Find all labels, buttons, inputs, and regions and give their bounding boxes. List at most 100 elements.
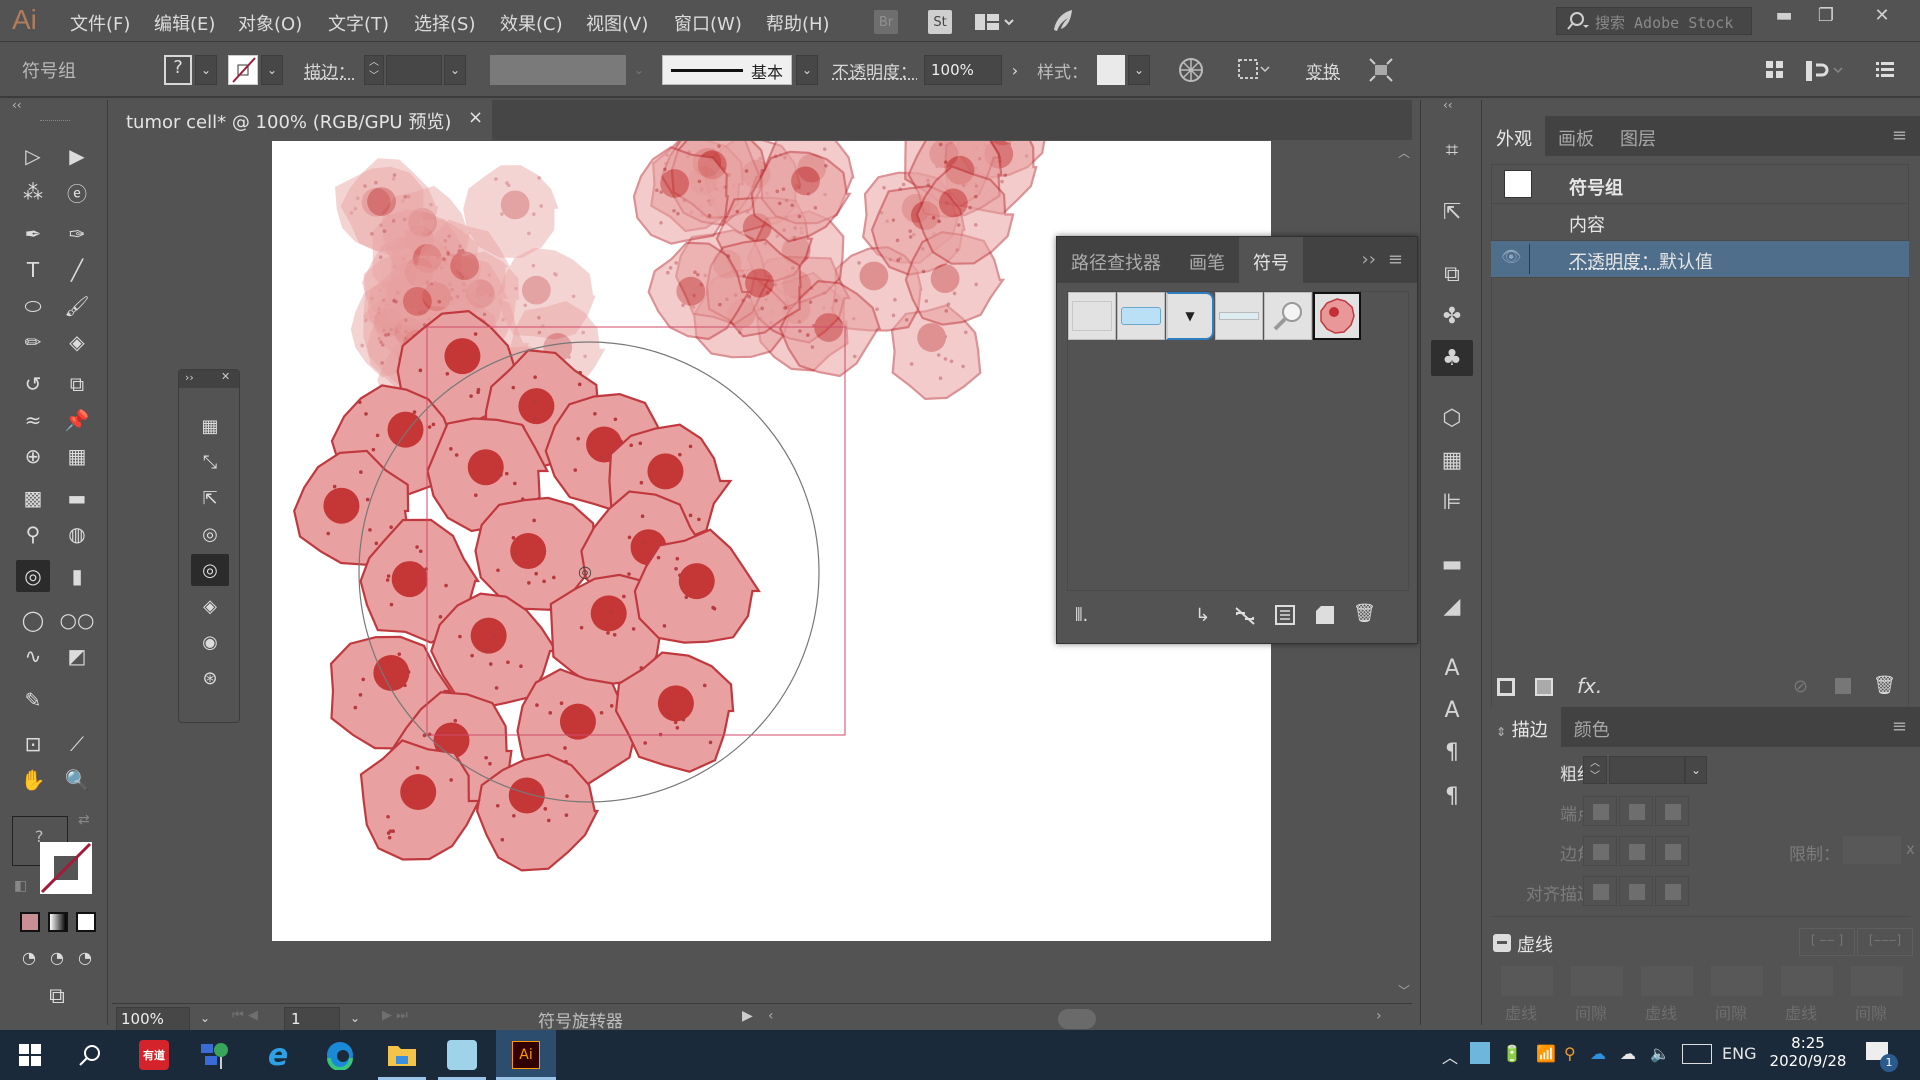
symbol-swatch-blue-button[interactable] bbox=[1117, 292, 1165, 340]
symbol-options-icon[interactable] bbox=[1275, 605, 1295, 629]
appearance-row-title[interactable]: 符号组 bbox=[1491, 167, 1909, 204]
scale-tool[interactable]: ⧉ bbox=[60, 368, 94, 400]
symbol-swatch-tumor-cell[interactable] bbox=[1313, 292, 1361, 340]
artboard-number-input[interactable]: 1 bbox=[284, 1007, 340, 1031]
gradient-tool[interactable]: ▬ bbox=[60, 482, 94, 514]
appearance-row-opacity[interactable]: 👁 不透明度：默认值 bbox=[1491, 241, 1909, 278]
style-swatch[interactable] bbox=[1097, 55, 1125, 85]
menu-type[interactable]: 文字(T) bbox=[328, 10, 389, 36]
scroll-right-icon[interactable]: › bbox=[1376, 1008, 1382, 1024]
appearance-row-contents[interactable]: 内容 bbox=[1491, 204, 1909, 241]
bridge-icon[interactable]: Br bbox=[874, 10, 898, 34]
character-icon[interactable]: A bbox=[1431, 650, 1473, 686]
taskbar-illustrator[interactable]: Ai bbox=[496, 1030, 556, 1080]
tab-symbols[interactable]: 符号 bbox=[1239, 237, 1303, 283]
toolbar-grip[interactable] bbox=[40, 120, 70, 124]
panel-menu-icon[interactable]: ≡ bbox=[1879, 116, 1920, 156]
menu-effect[interactable]: 效果(C) bbox=[500, 10, 563, 36]
faded-cell-cluster[interactable] bbox=[632, 141, 1046, 401]
delete-item-icon[interactable]: 🗑 bbox=[1873, 675, 1896, 696]
paragraph-icon[interactable]: ¶ bbox=[1431, 778, 1473, 814]
arrange-documents-icon[interactable] bbox=[975, 12, 1015, 36]
symbol-swatch-dropdown[interactable]: ▼ bbox=[1166, 292, 1214, 340]
curvature-tool[interactable]: ✑ bbox=[60, 218, 94, 250]
fill-dropdown[interactable]: ⌄ bbox=[195, 55, 217, 85]
break-link-icon[interactable] bbox=[1233, 605, 1257, 631]
panel-menu-icon[interactable] bbox=[1874, 59, 1896, 83]
scroll-up-icon[interactable]: ︿ bbox=[1398, 144, 1410, 161]
taskbar-live-app[interactable] bbox=[432, 1030, 492, 1080]
status-menu-button[interactable]: ▶ bbox=[742, 1008, 753, 1024]
brushes-icon[interactable]: ✤ bbox=[1431, 298, 1473, 334]
symbol-swatch-flat-bar[interactable] bbox=[1215, 292, 1263, 340]
gradient-icon[interactable]: ▬ bbox=[1431, 546, 1473, 582]
hand-tool[interactable]: ✋ bbox=[16, 764, 50, 796]
recolor-artwork-icon[interactable] bbox=[1178, 57, 1204, 87]
align-icon[interactable]: ⊫ bbox=[1431, 484, 1473, 520]
show-hidden-icons[interactable]: ︿ bbox=[1442, 1044, 1458, 1068]
symbol-shifter-tool[interactable]: ⤡ bbox=[191, 446, 229, 478]
symbol-sizer-tool[interactable]: ◎ bbox=[191, 518, 229, 550]
width-tool[interactable]: ○○ bbox=[60, 604, 95, 636]
distribute-icon[interactable] bbox=[1764, 59, 1786, 85]
delete-symbol-icon[interactable]: 🗑 bbox=[1353, 603, 1376, 624]
expand-panel-icon[interactable]: ›› bbox=[1348, 237, 1382, 283]
onedrive-icon[interactable]: ☁ bbox=[1590, 1044, 1606, 1063]
paragraph-styles-icon[interactable]: ¶ bbox=[1431, 734, 1473, 770]
column-graph-tool[interactable]: ▮ bbox=[60, 560, 94, 592]
search-tray-icon[interactable]: ⚲ bbox=[1564, 1044, 1576, 1063]
align-to-icon[interactable] bbox=[1236, 57, 1270, 87]
weight-dropdown[interactable]: ⌄ bbox=[1685, 756, 1707, 784]
symbol-swatch-blank-rect[interactable] bbox=[1068, 292, 1116, 340]
stroke-weight-dropdown[interactable]: ⌄ bbox=[444, 55, 466, 85]
slice-tool[interactable]: ⟋ bbox=[60, 728, 94, 760]
tab-appearance[interactable]: 外观 bbox=[1483, 116, 1545, 156]
symbol-libraries-icon[interactable]: ⫴. bbox=[1075, 605, 1088, 626]
paintbrush-tool[interactable]: 🖌 bbox=[60, 290, 94, 322]
tray-app-icon[interactable] bbox=[1470, 1042, 1490, 1064]
draw-normal-button[interactable]: ◔ bbox=[14, 944, 44, 970]
taskbar-ie[interactable]: e bbox=[248, 1030, 308, 1080]
menu-help[interactable]: 帮助(H) bbox=[766, 10, 830, 36]
zoom-input[interactable]: 100% bbox=[116, 1007, 190, 1031]
wifi-icon[interactable]: 📶 bbox=[1536, 1044, 1556, 1063]
add-stroke-icon[interactable] bbox=[1497, 678, 1515, 696]
magic-wand-tool[interactable]: ⁂ bbox=[16, 176, 50, 208]
lasso-tool[interactable]: ⓔ bbox=[60, 176, 94, 208]
collapse-toolbar-icon[interactable]: ‹‹ bbox=[12, 98, 22, 112]
tab-brushes[interactable]: 画笔 bbox=[1175, 237, 1239, 283]
line-tool[interactable]: ╱ bbox=[60, 254, 94, 286]
dashed-line-checkbox[interactable] bbox=[1493, 934, 1511, 952]
close-window-button[interactable]: ✕ bbox=[1856, 0, 1908, 30]
volume-icon[interactable]: 🔈 bbox=[1650, 1044, 1670, 1063]
eraser-tool[interactable]: ◈ bbox=[60, 326, 94, 358]
stock-icon[interactable]: St bbox=[928, 10, 952, 34]
start-button[interactable] bbox=[0, 1030, 60, 1080]
symbol-spinner-tool[interactable]: ◎ bbox=[191, 554, 229, 586]
place-symbol-icon[interactable]: ↳ bbox=[1195, 605, 1210, 626]
knife-tool[interactable]: ✎ bbox=[16, 684, 50, 716]
input-language[interactable]: ENG bbox=[1722, 1044, 1756, 1063]
symbol-sprayer-tool[interactable]: ▦ bbox=[191, 410, 229, 442]
color-mode-button[interactable] bbox=[20, 912, 40, 932]
stroke-dropdown[interactable]: ⌄ bbox=[261, 55, 283, 85]
restore-button[interactable]: ❐ bbox=[1800, 0, 1852, 30]
opacity-link[interactable]: 不透明度： bbox=[1569, 252, 1659, 273]
opacity-label[interactable]: 不透明度： bbox=[832, 58, 917, 83]
collapse-dock-icon[interactable]: ‹‹ bbox=[1443, 98, 1453, 112]
taskbar-edge[interactable] bbox=[310, 1030, 370, 1080]
add-effect-icon[interactable]: fx. bbox=[1577, 674, 1602, 698]
eyedropper-tool[interactable]: ⚲ bbox=[16, 518, 50, 550]
zoom-tool[interactable]: 🔍 bbox=[60, 764, 94, 796]
menu-window[interactable]: 窗口(W) bbox=[674, 10, 742, 36]
3d-icon[interactable]: ⬡ bbox=[1431, 400, 1473, 436]
isolate-icon[interactable] bbox=[1368, 57, 1394, 87]
selection-tool[interactable]: ▷ bbox=[16, 140, 50, 172]
stroke-label[interactable]: 描边： bbox=[304, 58, 355, 83]
transform-button[interactable]: 变换 bbox=[1306, 58, 1340, 83]
rotate-tool[interactable]: ↺ bbox=[16, 368, 50, 400]
visibility-eye-icon[interactable]: 👁 bbox=[1501, 247, 1521, 266]
document-tab[interactable]: tumor cell* @ 100% (RGB/GPU 预览) × bbox=[112, 100, 492, 140]
tab-color[interactable]: 颜色 bbox=[1561, 707, 1623, 747]
symbol-swatch-magnifier[interactable] bbox=[1264, 292, 1312, 340]
